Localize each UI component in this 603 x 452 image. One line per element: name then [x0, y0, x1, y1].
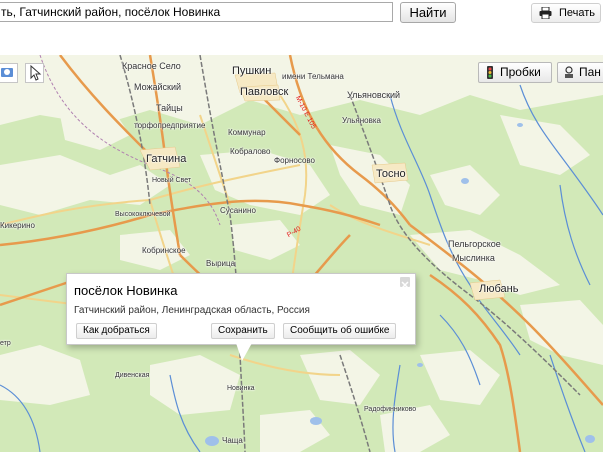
place-label: Вырица [206, 259, 236, 268]
place-label: етр [0, 340, 11, 347]
panorama-icon [565, 66, 573, 78]
place-label: Сусанино [220, 206, 256, 215]
place-label: Чаща [222, 436, 243, 445]
place-label: Коммунар [228, 128, 266, 137]
place-label: имени Тельмана [282, 72, 344, 81]
place-balloon: посёлок Новинка Гатчинский район, Ленинг… [66, 273, 416, 345]
balloon-title: посёлок Новинка [74, 283, 178, 298]
place-label: Тайцы [156, 103, 183, 113]
place-label: Пельгорское [448, 239, 501, 249]
balloon-address: Гатчинский район, Ленинградская область,… [74, 305, 310, 316]
place-label: Дивенская [115, 372, 150, 379]
place-label: Форносово [274, 156, 315, 165]
pointer-tool-button[interactable] [25, 63, 44, 83]
place-label: Тосно [376, 168, 406, 180]
place-label: Кобралово [230, 147, 271, 156]
place-label: Красное Село [122, 61, 181, 71]
magnifier-tool-button[interactable] [0, 63, 18, 83]
place-label: Любань [479, 283, 519, 295]
panorama-label: Пан [579, 65, 601, 79]
place-label: Кикерино [0, 221, 35, 230]
place-label: Ульяновский [347, 90, 401, 100]
place-label: Ульяновка [342, 116, 381, 125]
search-input[interactable]: ть, Гатчинский район, посёлок Новинка [0, 2, 393, 22]
print-button[interactable]: Печать [531, 3, 601, 23]
magnifier-icon [1, 68, 13, 77]
place-label: торфопредприятие [134, 121, 206, 130]
traffic-label: Пробки [500, 65, 541, 79]
route-button[interactable]: Как добраться [76, 323, 157, 339]
cursor-arrow-icon [30, 64, 42, 81]
place-label: Новый Свет [152, 177, 192, 184]
traffic-button[interactable]: Пробки [478, 62, 552, 83]
close-icon[interactable] [400, 277, 410, 289]
place-label: Можайский [134, 82, 182, 92]
top-bar: ть, Гатчинский район, посёлок Новинка На… [0, 0, 603, 55]
save-button[interactable]: Сохранить [211, 323, 275, 339]
place-label: Гатчина [146, 153, 187, 165]
printer-icon [539, 7, 552, 19]
place-label: Радофинниково [364, 406, 417, 413]
report-error-button[interactable]: Сообщить об ошибке [283, 323, 397, 339]
place-label: Новинка [227, 385, 255, 392]
place-label: Высокоключевой [115, 211, 171, 218]
map[interactable]: Пушкин Павловск Гатчина Тосно Любань Кра… [0, 55, 603, 452]
print-label: Печать [559, 7, 596, 19]
place-label: Кобринское [142, 246, 186, 255]
find-button[interactable]: Найти [400, 2, 456, 23]
traffic-light-icon [487, 66, 493, 79]
panorama-button[interactable]: Пан [557, 62, 603, 83]
place-label: Павловск [240, 86, 289, 98]
balloon-tail [236, 343, 252, 361]
place-label: Мыслинка [452, 253, 495, 263]
place-label: Пушкин [232, 65, 272, 77]
